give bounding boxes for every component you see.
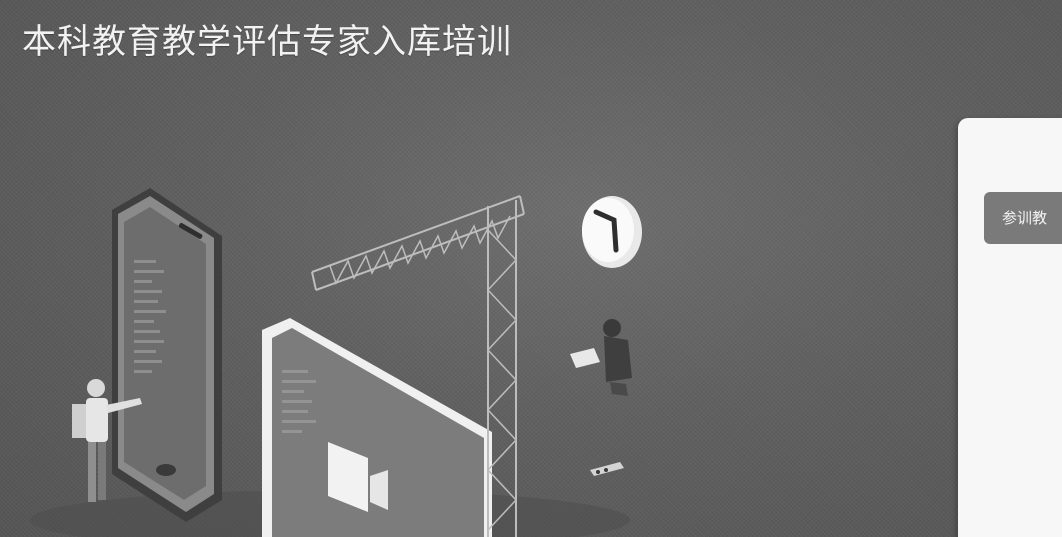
floor-objects	[590, 462, 624, 476]
smartphone-icon	[112, 188, 222, 522]
page-root: 本科教育教学评估专家入库培训 参训教	[0, 0, 1062, 537]
clock-icon	[582, 196, 642, 268]
trainee-login-tab[interactable]: 参训教	[984, 192, 1062, 244]
seated-person-figure	[570, 319, 632, 396]
hero-illustration	[30, 188, 642, 537]
login-panel: 参训教	[958, 118, 1062, 537]
